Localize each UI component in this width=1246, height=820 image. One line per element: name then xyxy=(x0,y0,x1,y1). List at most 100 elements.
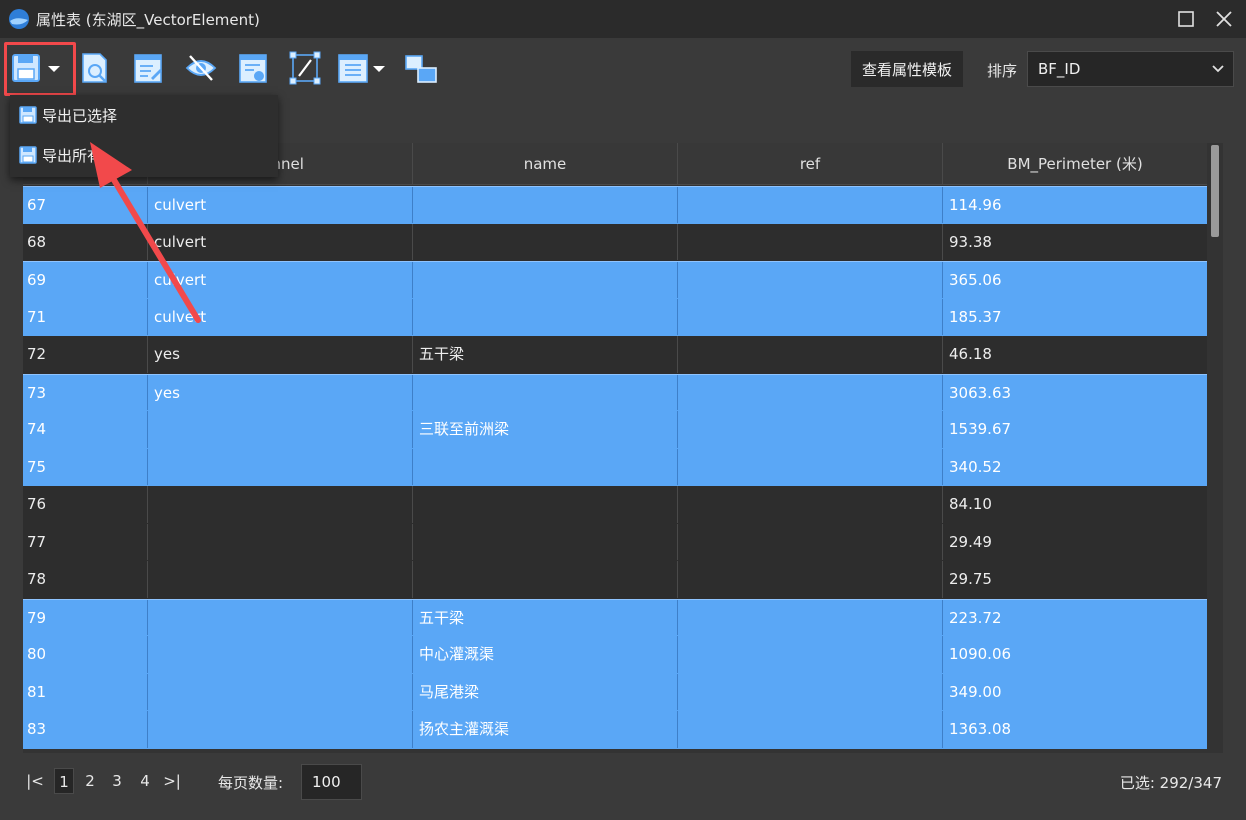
table-row[interactable]: 73 yes 3063.63 xyxy=(23,373,1207,411)
field-info-button[interactable] xyxy=(236,50,270,86)
cell-id[interactable]: 73 xyxy=(23,375,147,411)
cell-perimeter[interactable]: 29.49 xyxy=(942,523,1207,560)
table-row[interactable]: 77 29.49 xyxy=(23,523,1207,561)
cell-name[interactable]: 三联至前洲梁 xyxy=(412,411,677,448)
cell-name[interactable] xyxy=(412,374,677,410)
cell-id[interactable]: 80 xyxy=(23,636,147,673)
column-header-perimeter[interactable]: BM_Perimeter (米) xyxy=(942,143,1207,185)
cell-name[interactable] xyxy=(412,486,677,523)
table-row[interactable]: 83 扬农主灌溉渠 1363.08 xyxy=(23,711,1207,749)
cell-tunnel[interactable] xyxy=(147,448,412,485)
cell-ref[interactable] xyxy=(677,411,942,448)
cell-perimeter[interactable]: 1539.67 xyxy=(942,411,1207,448)
table-row[interactable]: 76 84.10 xyxy=(23,486,1207,524)
table-row[interactable]: 79 五干梁 223.72 xyxy=(23,598,1207,636)
cell-perimeter[interactable]: 3063.63 xyxy=(942,374,1207,410)
page-2-button[interactable]: 2 xyxy=(81,768,99,794)
maximize-icon[interactable] xyxy=(1175,8,1197,30)
cell-id[interactable]: 79 xyxy=(23,600,147,636)
field-list-button[interactable] xyxy=(337,50,389,86)
hide-fields-button[interactable] xyxy=(184,50,218,86)
cell-name[interactable]: 五干梁 xyxy=(412,336,677,373)
cell-name[interactable]: 扬农主灌溉渠 xyxy=(412,711,677,748)
cell-perimeter[interactable]: 1090.06 xyxy=(942,636,1207,673)
cell-perimeter[interactable]: 223.72 xyxy=(942,599,1207,635)
cell-id[interactable]: 81 xyxy=(23,674,147,711)
cell-ref[interactable] xyxy=(677,561,942,598)
cell-ref[interactable] xyxy=(677,523,942,560)
cell-ref[interactable] xyxy=(677,673,942,710)
cell-id[interactable]: 78 xyxy=(23,561,147,598)
cell-name[interactable] xyxy=(412,448,677,485)
cell-perimeter[interactable]: 29.75 xyxy=(942,561,1207,598)
cell-ref[interactable] xyxy=(677,599,942,635)
relate-button[interactable] xyxy=(404,50,438,86)
cell-id[interactable]: 72 xyxy=(23,336,147,373)
page-1-button[interactable]: 1 xyxy=(54,768,74,794)
cell-ref[interactable] xyxy=(677,486,942,523)
scrollbar-thumb[interactable] xyxy=(1211,145,1219,237)
cell-perimeter[interactable]: 84.10 xyxy=(942,486,1207,523)
cell-tunnel[interactable] xyxy=(147,711,412,748)
view-attribute-template-button[interactable]: 查看属性模板 xyxy=(851,51,963,87)
cell-tunnel[interactable] xyxy=(147,486,412,523)
page-3-button[interactable]: 3 xyxy=(108,768,126,794)
query-button[interactable] xyxy=(78,50,112,86)
table-row[interactable]: 74 三联至前洲梁 1539.67 xyxy=(23,411,1207,449)
cell-tunnel[interactable] xyxy=(147,636,412,673)
table-row[interactable]: 80 中心灌溉渠 1090.06 xyxy=(23,636,1207,674)
cell-ref[interactable] xyxy=(677,298,942,335)
cell-id[interactable]: 83 xyxy=(23,711,147,748)
cell-id[interactable]: 77 xyxy=(23,524,147,561)
table-row[interactable]: 75 340.52 xyxy=(23,448,1207,486)
cell-perimeter[interactable]: 349.00 xyxy=(942,673,1207,710)
table-row[interactable]: 78 29.75 xyxy=(23,561,1207,599)
first-page-button[interactable]: |< xyxy=(26,768,44,794)
edit-geometry-button[interactable] xyxy=(288,50,322,86)
page-4-button[interactable]: 4 xyxy=(136,768,154,794)
cell-perimeter[interactable]: 185.37 xyxy=(942,298,1207,335)
cell-tunnel[interactable] xyxy=(147,523,412,560)
cell-name[interactable]: 中心灌溉渠 xyxy=(412,636,677,673)
cell-name[interactable] xyxy=(412,523,677,560)
cell-tunnel[interactable]: yes xyxy=(147,336,412,373)
column-header-name[interactable]: name xyxy=(412,143,677,185)
cell-ref[interactable] xyxy=(677,336,942,373)
cell-id[interactable]: 74 xyxy=(23,411,147,448)
cell-tunnel[interactable] xyxy=(147,599,412,635)
cell-id[interactable]: 76 xyxy=(23,486,147,523)
cell-name[interactable]: 五干梁 xyxy=(412,599,677,635)
cell-id[interactable]: 75 xyxy=(23,449,147,486)
cell-ref[interactable] xyxy=(677,187,942,223)
cell-ref[interactable] xyxy=(677,223,942,260)
cell-name[interactable] xyxy=(412,298,677,335)
cell-perimeter[interactable]: 1363.08 xyxy=(942,711,1207,748)
edit-fields-button[interactable] xyxy=(131,50,165,86)
cell-tunnel[interactable] xyxy=(147,673,412,710)
cell-perimeter[interactable]: 114.96 xyxy=(942,187,1207,223)
cell-perimeter[interactable]: 93.38 xyxy=(942,223,1207,260)
cell-tunnel[interactable]: yes xyxy=(147,374,412,410)
cell-tunnel[interactable] xyxy=(147,561,412,598)
cell-name[interactable] xyxy=(412,561,677,598)
cell-name[interactable] xyxy=(412,223,677,260)
cell-ref[interactable] xyxy=(677,262,942,298)
cell-ref[interactable] xyxy=(677,448,942,485)
cell-ref[interactable] xyxy=(677,374,942,410)
cell-ref[interactable] xyxy=(677,711,942,748)
column-header-ref[interactable]: ref xyxy=(677,143,942,185)
cell-name[interactable] xyxy=(412,262,677,298)
cell-perimeter[interactable]: 46.18 xyxy=(942,336,1207,373)
export-selected-menu-item[interactable]: 导出已选择 xyxy=(10,95,278,135)
cell-perimeter[interactable]: 340.52 xyxy=(942,448,1207,485)
sort-field-select[interactable]: BF_ID xyxy=(1027,51,1234,87)
table-row[interactable]: 72 yes 五干梁 46.18 xyxy=(23,336,1207,374)
cell-name[interactable] xyxy=(412,187,677,223)
table-row[interactable]: 81 马尾港梁 349.00 xyxy=(23,673,1207,711)
cell-ref[interactable] xyxy=(677,636,942,673)
close-icon[interactable] xyxy=(1213,8,1235,30)
cell-tunnel[interactable] xyxy=(147,411,412,448)
cell-perimeter[interactable]: 365.06 xyxy=(942,262,1207,298)
vertical-scrollbar[interactable] xyxy=(1209,143,1223,753)
per-page-input[interactable]: 100 xyxy=(301,764,362,800)
